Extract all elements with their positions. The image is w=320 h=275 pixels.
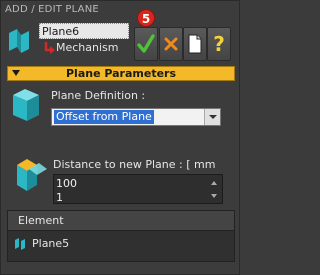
window-title: ADD / EDIT PLANE <box>5 4 99 15</box>
add-edit-plane-panel: ADD / EDIT PLANE Plane6 Mechanism 5 ? Pl… <box>0 0 240 275</box>
document-icon <box>188 34 202 54</box>
increment-icon[interactable] <box>208 177 220 190</box>
section-title: Plane Parameters <box>65 67 177 80</box>
checkmark-icon <box>137 34 155 53</box>
link-arrow-icon <box>44 42 55 54</box>
section-header-plane-parameters[interactable]: Plane Parameters <box>7 66 235 81</box>
plane-icon <box>9 29 29 53</box>
element-column-header[interactable]: Element <box>8 211 234 231</box>
ok-button[interactable] <box>134 27 158 61</box>
spinner-arrows[interactable] <box>208 177 220 203</box>
plane-icon <box>15 238 25 250</box>
collapse-arrow-icon <box>12 70 20 76</box>
element-label: Plane5 <box>32 237 70 250</box>
step-badge: 5 <box>137 9 155 27</box>
help-icon: ? <box>213 32 225 56</box>
distance-step-value: 1 <box>56 191 63 204</box>
tree-item-selected-plane[interactable]: Plane6 <box>39 23 129 39</box>
distance-label: Distance to new Plane : [ mm <box>53 158 216 171</box>
cancel-button[interactable] <box>159 27 183 61</box>
offset-distance-icon <box>17 159 47 191</box>
new-document-button[interactable] <box>183 27 207 61</box>
distance-value: 100 <box>56 177 77 190</box>
table-row[interactable]: Plane5 <box>14 236 214 252</box>
plane-definition-label: Plane Definition : <box>51 89 146 102</box>
distance-input[interactable]: 100 1 <box>53 174 223 204</box>
help-button[interactable]: ? <box>207 27 231 61</box>
tree-item-mechanism[interactable]: Mechanism <box>39 40 131 56</box>
plane-definition-icon <box>13 89 39 121</box>
close-icon <box>164 37 178 51</box>
tree-item-label: Mechanism <box>56 41 119 54</box>
chevron-down-icon[interactable] <box>204 109 220 125</box>
plane-definition-select[interactable]: Offset from Plane <box>51 108 221 126</box>
selected-definition: Offset from Plane <box>54 110 154 124</box>
decrement-icon[interactable] <box>208 190 220 203</box>
element-table: Element Plane5 <box>7 210 235 262</box>
